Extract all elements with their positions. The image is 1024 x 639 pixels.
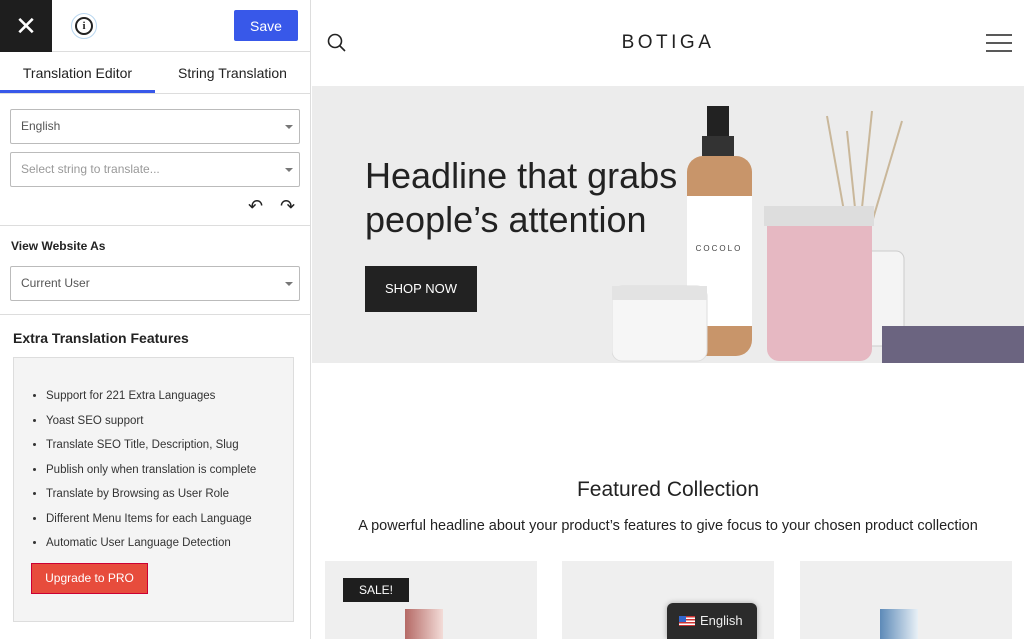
feature-item: Publish only when translation is complet… — [46, 458, 256, 483]
string-select[interactable]: Select string to translate... — [10, 152, 300, 187]
redo-icon[interactable]: ↷ — [280, 196, 295, 217]
feature-item: Yoast SEO support — [46, 409, 256, 434]
hero-headline: Headline that grabs people’s attention — [365, 155, 678, 240]
divider — [0, 314, 311, 315]
extra-features-title: Extra Translation Features — [13, 330, 189, 346]
upgrade-button[interactable]: Upgrade to PRO — [31, 563, 148, 594]
us-flag-icon — [679, 616, 695, 626]
save-button[interactable]: Save — [234, 10, 298, 41]
tab-string-translation[interactable]: String Translation — [155, 52, 310, 93]
view-as-label: View Website As — [11, 239, 106, 253]
translation-sidebar: ✕ i Save Translation Editor String Trans… — [0, 0, 311, 639]
extra-features-box: Support for 221 Extra Languages Yoast SE… — [13, 357, 294, 622]
sale-badge: SALE! — [343, 578, 410, 602]
undo-icon[interactable]: ↶ — [248, 196, 263, 217]
language-switcher[interactable]: English — [667, 603, 757, 639]
tab-translation-editor[interactable]: Translation Editor — [0, 52, 155, 93]
featured-subtitle: A powerful headline about your product’s… — [358, 518, 978, 534]
feature-item: Translate by Browsing as User Role — [46, 482, 256, 507]
view-as-select[interactable]: Current User — [10, 266, 300, 301]
product-image — [880, 609, 918, 639]
divider — [0, 225, 311, 226]
menu-icon[interactable] — [986, 33, 1012, 53]
featured-title: Featured Collection — [576, 478, 760, 501]
shop-now-button[interactable]: SHOP NOW — [365, 266, 477, 312]
language-select[interactable]: English — [10, 109, 300, 144]
close-icon[interactable]: ✕ — [0, 0, 52, 52]
site-logo[interactable]: BOTIGA — [312, 32, 1024, 54]
hero-banner: COCOLO Headline that grabs people’s atten… — [312, 86, 1024, 363]
product-card[interactable]: SALE! — [325, 561, 537, 639]
feature-item: Support for 221 Extra Languages — [46, 384, 256, 409]
sidebar-topbar: ✕ i Save — [0, 0, 310, 52]
info-icon: i — [75, 17, 93, 35]
feature-item: Translate SEO Title, Description, Slug — [46, 433, 256, 458]
product-card[interactable] — [800, 561, 1012, 639]
info-button[interactable]: i — [71, 13, 97, 39]
jar-label: COCOLO — [696, 244, 743, 253]
website-preview: BOTIGA COCOLO Headline that grabs people’… — [312, 0, 1024, 639]
feature-item: Different Menu Items for each Language — [46, 507, 256, 532]
product-image — [405, 609, 443, 639]
feature-item: Automatic User Language Detection — [46, 531, 256, 556]
